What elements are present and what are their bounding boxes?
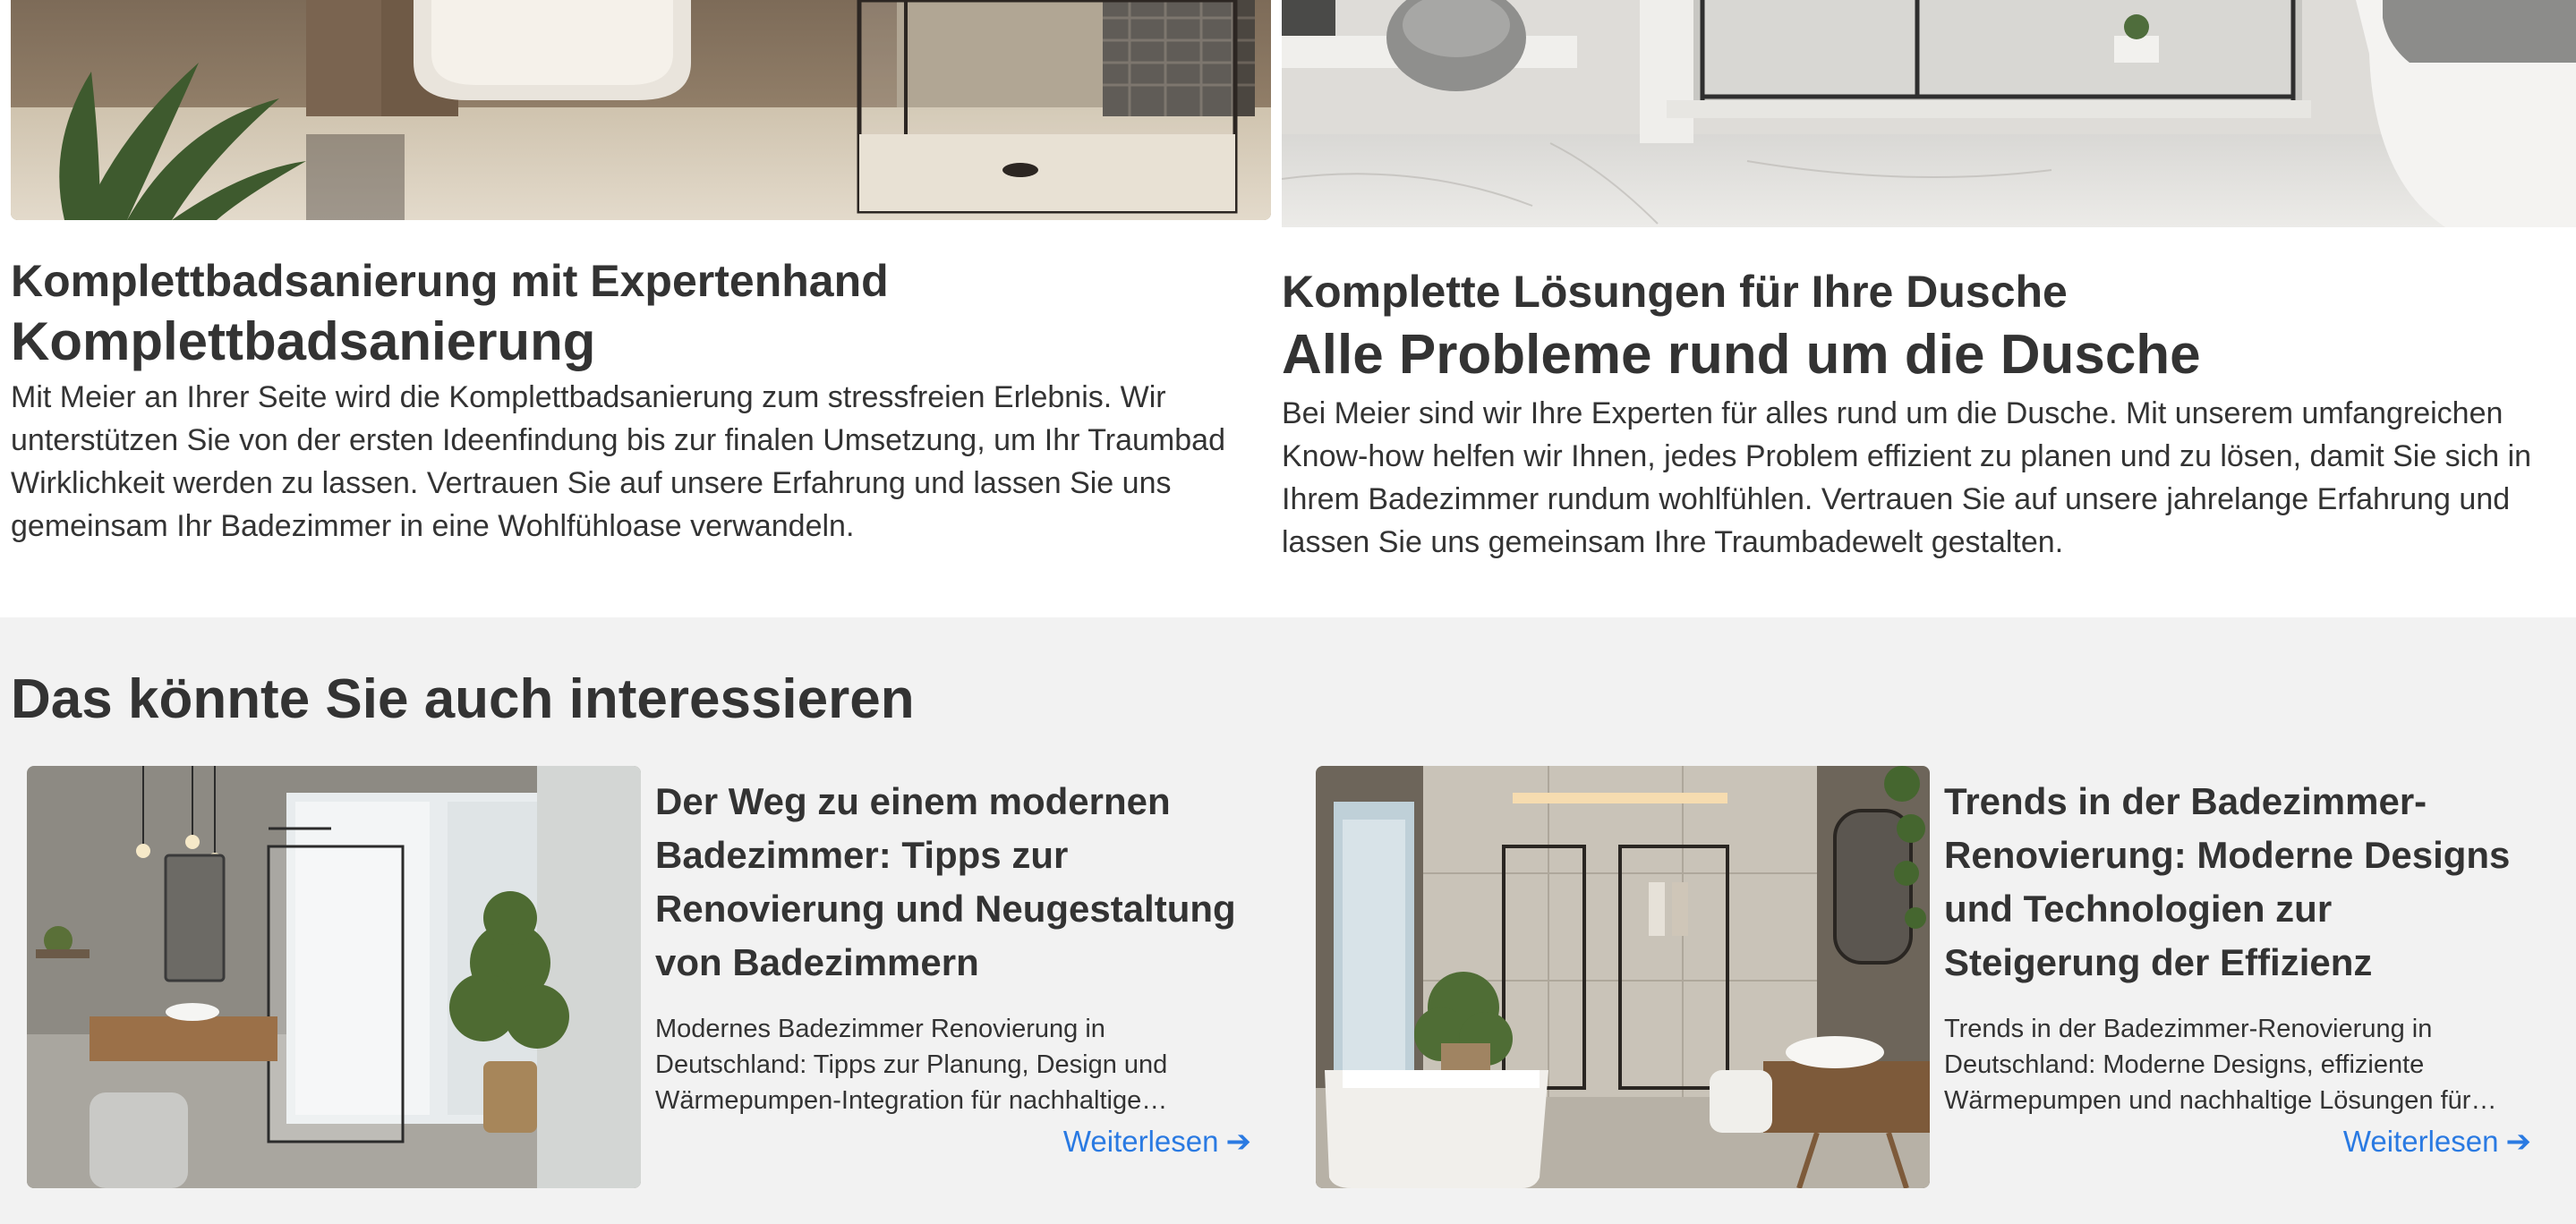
article-card[interactable]: Der Weg zu einem modernen Badezimmer: Ti… [27, 766, 1251, 1190]
article-title[interactable]: Trends in der Badezimmer-Renovierung: Mo… [1944, 775, 2535, 990]
article-body: Der Weg zu einem modernen Badezimmer: Ti… [655, 775, 1246, 1118]
service-image-bathroom [11, 0, 1271, 220]
arrow-right-icon: ➔ [2505, 1125, 2532, 1159]
service-description: Mit Meier an Ihrer Seite wird die Komple… [11, 380, 1225, 543]
service-card-shower: Komplette Lösungen für Ihre Dusche Alle … [1282, 0, 2576, 564]
service-kicker: Komplettbadsanierung mit Expertenhand [11, 256, 889, 306]
article-excerpt: Modernes Badezimmer Renovierung in Deuts… [655, 1015, 1168, 1115]
service-kicker: Komplette Lösungen für Ihre Dusche [1282, 267, 2068, 317]
service-description: Bei Meier sind wir Ihre Experten für all… [1282, 396, 2532, 559]
bathroom-photo [11, 0, 1271, 220]
article-card[interactable]: Trends in der Badezimmer-Renovierung: Mo… [1316, 766, 2533, 1190]
arrow-right-icon: ➔ [1225, 1125, 1252, 1159]
article-image[interactable] [1316, 766, 1930, 1188]
related-heading: Das könnte Sie auch interessieren [11, 668, 915, 730]
read-more-link[interactable]: Weiterlesen ➔ [2343, 1124, 2531, 1160]
read-more-label: Weiterlesen [1062, 1125, 1219, 1158]
read-more-label: Weiterlesen [2342, 1125, 2499, 1158]
article-image[interactable] [27, 766, 641, 1188]
article-title[interactable]: Der Weg zu einem modernen Badezimmer: Ti… [655, 775, 1246, 990]
modern-bathroom-photo [27, 766, 641, 1188]
bathroom-trends-photo [1316, 766, 1930, 1188]
article-excerpt: Trends in der Badezimmer-Renovierung in … [1944, 1015, 2471, 1115]
services-section: Komplettbadsanierung mit Expertenhand Ko… [0, 0, 2576, 617]
related-articles-section: Das könnte Sie auch interessieren Der We… [0, 617, 2576, 1224]
article-body: Trends in der Badezimmer-Renovierung: Mo… [1944, 775, 2535, 1118]
read-more-link[interactable]: Weiterlesen ➔ [1063, 1124, 1251, 1160]
service-image-shower [1282, 0, 2576, 227]
service-title: Komplettbadsanierung [11, 311, 596, 371]
service-title: Alle Probleme rund um die Dusche [1282, 324, 2201, 386]
shower-photo [1282, 0, 2576, 227]
service-card-bathroom: Komplettbadsanierung mit Expertenhand Ko… [11, 0, 1271, 548]
